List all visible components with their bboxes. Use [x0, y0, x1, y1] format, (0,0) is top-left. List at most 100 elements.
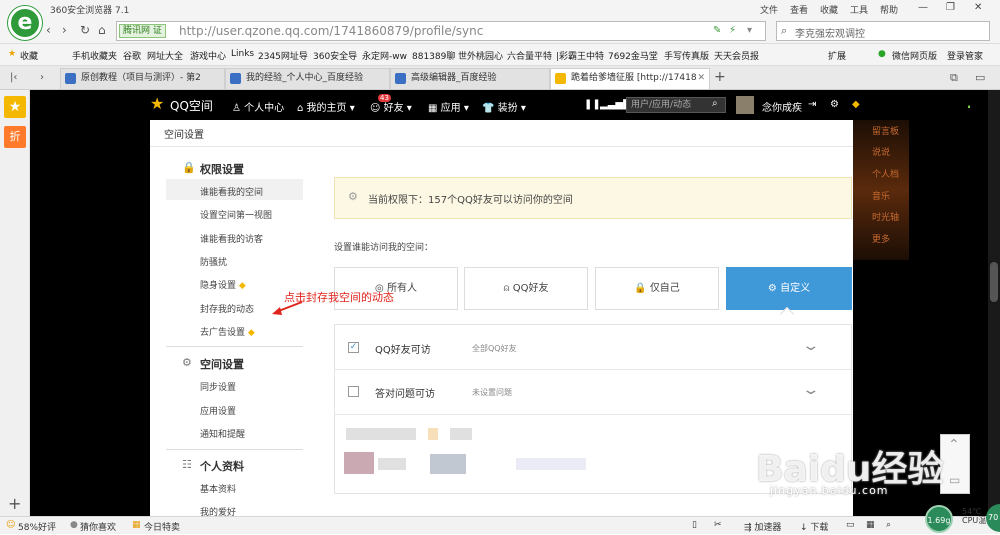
scissors-icon[interactable]: ✂	[714, 520, 722, 530]
bookmark-881389[interactable]: 881389聊	[412, 49, 455, 62]
nav-app-settings[interactable]: 应用设置	[200, 404, 236, 417]
bookmark-7692[interactable]: 7692金马堂	[608, 49, 658, 62]
settings-gear-icon[interactable]: ⚙	[830, 99, 839, 110]
pause-icon[interactable]: ❚❚	[584, 99, 601, 110]
tab-scroll-right-icon[interactable]: ›	[40, 72, 44, 83]
tab-scroll-left-icon[interactable]: |‹	[10, 72, 17, 83]
option-only-me[interactable]: 🔒 仅自己	[595, 267, 719, 310]
rating-text[interactable]: 58%好评	[18, 520, 56, 533]
menu-help[interactable]: 帮助	[880, 3, 898, 16]
bookmark-games[interactable]: 游戏中心	[190, 49, 226, 62]
bookmark-yongding[interactable]: 永定网-ww	[362, 49, 407, 62]
bookmark-handwrite[interactable]: 手写传真版	[664, 49, 709, 62]
download-button[interactable]: ↓ 下载	[800, 520, 828, 533]
forward-icon[interactable]: ›	[62, 23, 67, 37]
search-input[interactable]: 李克强宏观调控	[795, 25, 865, 40]
bookmark-wechat[interactable]: 微信网页版	[892, 49, 937, 62]
nav-personal-center[interactable]: ♙ 个人中心	[232, 99, 284, 114]
option-qq-friends[interactable]: ⍝ QQ好友	[464, 267, 588, 310]
link-shuoshuo[interactable]: 说说	[872, 145, 890, 158]
bookmark-caibawang[interactable]: |彩霸王中特	[556, 49, 604, 62]
search-box[interactable]: ⌕ 李克强宏观调控	[776, 21, 990, 41]
restore-tab-icon[interactable]: ⧉	[950, 71, 958, 85]
close-icon[interactable]: ✕	[974, 2, 982, 13]
nav-friends[interactable]: ☺ 好友 ▾	[370, 99, 412, 114]
bookmark-login-manager[interactable]: 登录管家	[947, 49, 983, 62]
scrollbar-thumb[interactable]	[990, 262, 998, 302]
home-icon[interactable]: ⌂	[98, 23, 106, 37]
bookmark-links[interactable]: Links	[231, 49, 254, 59]
nav-first-view[interactable]: 设置空间第一视图	[200, 208, 272, 221]
bookmark-2345[interactable]: 2345网址导	[258, 49, 308, 62]
nav-basic-info[interactable]: 基本资料	[200, 482, 236, 495]
back-to-top-button[interactable]: ⌃ ▭	[940, 434, 970, 494]
search-icon[interactable]: ⌕	[781, 24, 787, 38]
zoom-icon[interactable]: ⌕	[886, 520, 891, 530]
avatar[interactable]	[736, 96, 754, 114]
bookmark-mobile[interactable]: 手机收藏夹	[72, 49, 117, 62]
nav-invisible[interactable]: 隐身设置 ◆	[200, 278, 246, 291]
refresh-icon[interactable]: ↻	[80, 23, 90, 37]
bookmark-tiantian[interactable]: 天天会员报	[714, 49, 759, 62]
bookmark-google[interactable]: 谷歌	[123, 49, 141, 62]
url-bar[interactable]: 腾讯网 证 http://user.qzone.qq.com/174186087…	[116, 21, 766, 41]
security-badge[interactable]: 腾讯网 证	[119, 24, 166, 38]
favorites-star-icon[interactable]: ★	[4, 96, 26, 118]
nav-who-sees-visitors[interactable]: 谁能看我的访客	[200, 232, 263, 245]
link-profile[interactable]: 个人档	[872, 167, 899, 180]
nav-my-home[interactable]: ⌂ 我的主页 ▾	[297, 99, 355, 114]
option-custom[interactable]: ⚙ 自定义	[726, 267, 852, 310]
chevron-down-icon[interactable]: ⌄	[801, 338, 820, 354]
new-tab-icon[interactable]: +	[714, 69, 726, 85]
minimize-icon[interactable]: —	[918, 2, 928, 13]
nav-apps[interactable]: ▦ 应用 ▾	[428, 99, 469, 114]
nav-anti-harass[interactable]: 防骚扰	[200, 255, 227, 268]
vip-diamond-icon[interactable]: ◆	[852, 99, 860, 110]
tab-4-active[interactable]: 跪着给爹墙征服 [http://17418 ✕	[550, 68, 710, 89]
maximize-icon[interactable]: ❐	[946, 2, 955, 13]
lightning-icon[interactable]: ⚡	[729, 25, 736, 36]
nav-remove-ads[interactable]: 去广告设置 ◆	[200, 325, 255, 338]
link-more[interactable]: 更多	[872, 232, 890, 245]
bookmark-extensions[interactable]: 扩展	[828, 49, 846, 62]
nav-sync[interactable]: 同步设置	[200, 380, 236, 393]
menu-tools[interactable]: 工具	[850, 3, 868, 16]
speed-ball[interactable]: 1.69g	[925, 505, 953, 533]
nav-who-can-view[interactable]: 谁能看我的空间	[200, 185, 263, 198]
tab-menu-icon[interactable]: ▭	[975, 71, 985, 84]
link-music[interactable]: 音乐	[872, 189, 890, 202]
bookmark-hao[interactable]: 网址大全	[147, 49, 183, 62]
qq-username[interactable]: 念你成疾	[762, 99, 802, 114]
bookmark-360[interactable]: 360安全导	[313, 49, 357, 62]
tab-2[interactable]: 我的经验_个人中心_百度经验	[225, 68, 390, 89]
nav-archive-feeds[interactable]: 封存我的动态	[200, 302, 254, 315]
qq-logo-text[interactable]: QQ空间	[170, 97, 213, 114]
link-guestbook[interactable]: 留言板	[872, 124, 899, 137]
menu-favorites[interactable]: 收藏	[820, 3, 838, 16]
bookmark-favorites[interactable]: 收藏	[20, 49, 38, 62]
bookmark-shiwai[interactable]: 世外桃园心	[458, 49, 503, 62]
tab-1[interactable]: 原创教程（项目与测评）- 第2	[60, 68, 225, 89]
accelerator-button[interactable]: ⇶ 加速器	[744, 520, 781, 533]
bookmark-liuhe[interactable]: 六合量平特	[507, 49, 552, 62]
daily-special[interactable]: 今日特卖	[144, 520, 180, 533]
tab-close-icon[interactable]: ✕	[697, 69, 705, 88]
nav-notifications[interactable]: 通知和提醒	[200, 427, 245, 440]
link-timeline[interactable]: 时光轴	[872, 210, 899, 223]
logout-icon[interactable]: ⇥	[808, 99, 816, 110]
guess-you-like[interactable]: 猜你喜欢	[80, 520, 116, 533]
qq-search-input[interactable]: 用户/应用/动态	[626, 97, 726, 113]
menu-file[interactable]: 文件	[760, 3, 778, 16]
checkbox-answer-question[interactable]	[348, 386, 359, 397]
tab-3[interactable]: 高级编辑器_百度经验	[390, 68, 550, 89]
reader-icon[interactable]: ✎	[713, 25, 721, 36]
phone-icon[interactable]: ▯	[692, 520, 697, 530]
menu-view[interactable]: 查看	[790, 3, 808, 16]
scrollbar[interactable]	[988, 90, 1000, 518]
grid-icon[interactable]: ▦	[866, 520, 875, 530]
dropdown-arrow-icon[interactable]: ▾	[747, 25, 752, 36]
discount-icon[interactable]: 折	[4, 126, 26, 148]
nav-decorate[interactable]: 👕 装扮 ▾	[482, 99, 526, 114]
qq-search-icon[interactable]: ⌕	[712, 98, 718, 109]
window-icon[interactable]: ▭	[846, 520, 855, 530]
